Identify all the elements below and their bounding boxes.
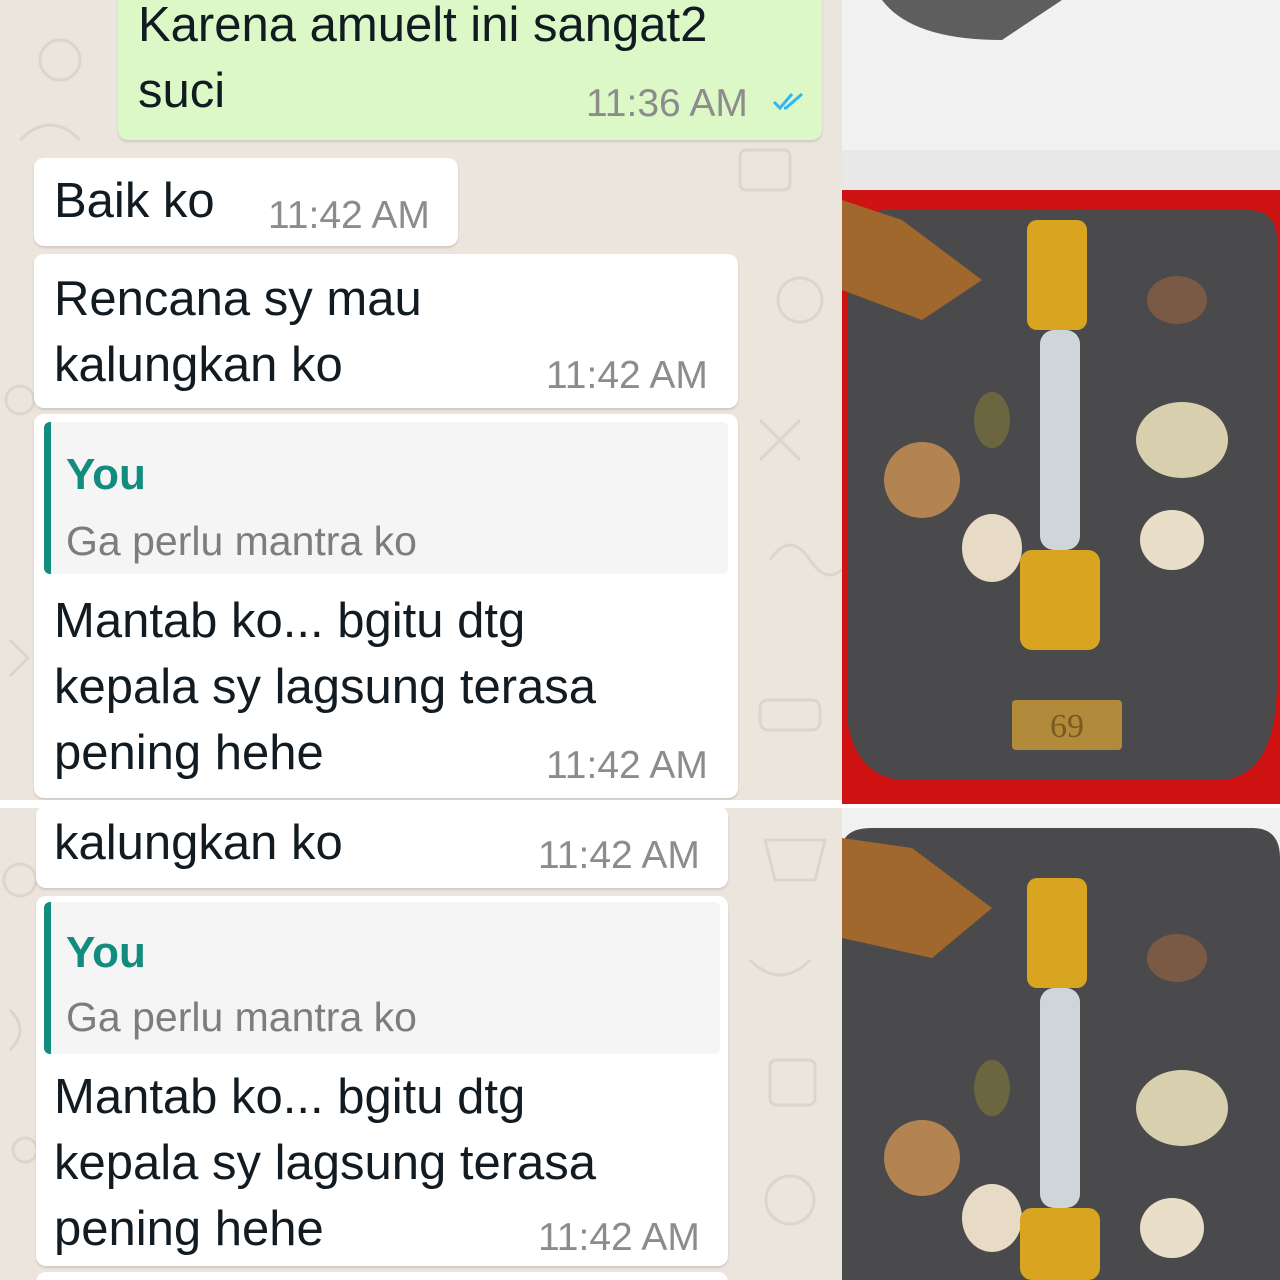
message-bubble-incoming-reply[interactable]: You Ga perlu mantra ko Mantab ko... bgit… [36,896,728,1266]
quote-text: Ga perlu mantra ko [66,994,417,1040]
quote-text: Ga perlu mantra ko [66,518,417,564]
quoted-message[interactable]: You Ga perlu mantra ko [44,902,720,1054]
double-check-read-icon [772,92,803,111]
message-time: 11:36 AM [586,82,748,125]
quote-author: You [66,450,146,499]
message-bubble-incoming[interactable]: kalungkan ko 11:42 AM [36,806,728,888]
quote-accent-bar [44,422,51,574]
message-time: 11:42 AM [538,1216,700,1259]
amulet-photo [842,808,1280,1280]
message-bubble-incoming-reply[interactable]: You Ga perlu mantra ko Mantab ko... bgit… [34,414,738,798]
message-time: 11:42 AM [546,354,708,397]
quote-accent-bar [44,902,51,1054]
amulet-photo-icon: 69 [842,0,1280,804]
quote-author: You [66,928,146,977]
message-bubble-incoming[interactable]: Rencana sy mau kalungkan ko 11:42 AM [34,254,738,408]
amulet-photo-icon [842,808,1280,1280]
message-bubble-incoming[interactable] [36,1272,728,1280]
message-time: 11:42 AM [546,744,708,787]
message-time: 11:42 AM [268,194,430,237]
message-text: Rencana sy mau kalungkan ko [54,272,422,392]
message-bubble-incoming[interactable]: Baik ko 11:42 AM [34,158,458,246]
amulet-photo: 69 [842,0,1280,804]
message-bubble-outgoing[interactable]: Karena amuelt ini sangat2 suci 11:36 AM [118,0,822,140]
message-text: kalungkan ko [54,816,343,870]
chat-screenshot: Karena amuelt ini sangat2 suci 11:36 AM … [0,0,842,1280]
message-text: Baik ko [54,174,215,228]
amulet-plaque-label: 69 [1050,708,1084,745]
quoted-message[interactable]: You Ga perlu mantra ko [44,422,728,574]
message-time: 11:42 AM [538,834,700,877]
